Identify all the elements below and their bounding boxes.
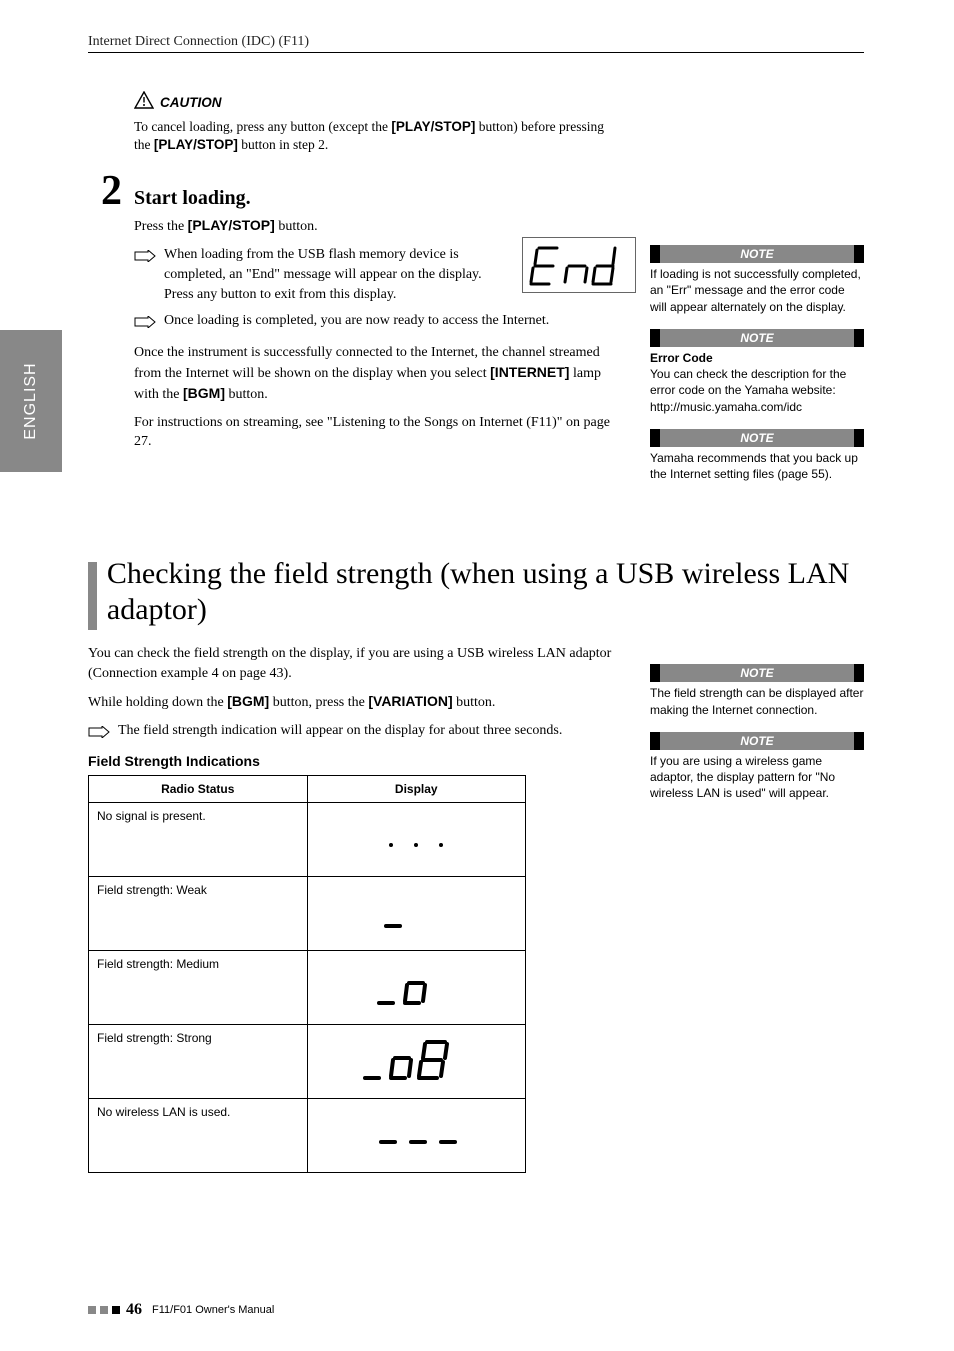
arrow-right-icon bbox=[134, 311, 156, 333]
note-body: The field strength can be displayed afte… bbox=[650, 685, 864, 717]
footer-squares-icon bbox=[88, 1306, 120, 1314]
step-number: 2 bbox=[88, 170, 122, 212]
step-press-line: Press the [PLAY/STOP] button. bbox=[134, 216, 622, 237]
display-cell bbox=[307, 950, 526, 1024]
table-row: No signal is present. bbox=[89, 802, 526, 876]
section-title: Checking the field strength (when using … bbox=[107, 556, 864, 627]
table-row: Field strength: Weak bbox=[89, 876, 526, 950]
caution-text: To cancel loading, press any button (exc… bbox=[134, 118, 622, 154]
section2-p1: You can check the field strength on the … bbox=[88, 644, 622, 684]
step-instructions: For instructions on streaming, see "List… bbox=[134, 413, 622, 453]
display-cell bbox=[307, 1024, 526, 1098]
section-accent-bar bbox=[88, 562, 97, 630]
warning-icon bbox=[134, 91, 154, 114]
language-tab: ENGLISH bbox=[0, 330, 62, 472]
note-body: Yamaha recommends that you back up the I… bbox=[650, 450, 864, 482]
note-body: Error Code You can check the description… bbox=[650, 350, 864, 415]
section2-p2: While holding down the [BGM] button, pre… bbox=[88, 692, 622, 713]
note-header: NOTE bbox=[650, 429, 864, 447]
arrow-right-icon bbox=[134, 245, 156, 305]
table-col-display: Display bbox=[307, 775, 526, 802]
note-header: NOTE bbox=[650, 245, 864, 263]
table-row: No wireless LAN is used. bbox=[89, 1098, 526, 1172]
header-rule bbox=[88, 52, 864, 53]
display-cell bbox=[307, 802, 526, 876]
manual-name: F11/F01 Owner's Manual bbox=[152, 1304, 274, 1316]
table-row: Field strength: Strong bbox=[89, 1024, 526, 1098]
note-body: If loading is not successfully completed… bbox=[650, 266, 864, 315]
note-box-1: NOTE If loading is not successfully comp… bbox=[650, 245, 864, 315]
arrow-right-icon bbox=[88, 721, 110, 743]
step-connected-text: Once the instrument is successfully conn… bbox=[134, 343, 622, 405]
table-col-radio-status: Radio Status bbox=[89, 775, 308, 802]
radio-status-cell: No wireless LAN is used. bbox=[89, 1098, 308, 1172]
note-header: NOTE bbox=[650, 732, 864, 750]
field-strength-table: Radio Status Display No signal is presen… bbox=[88, 775, 526, 1173]
radio-status-cell: No signal is present. bbox=[89, 802, 308, 876]
radio-status-cell: Field strength: Weak bbox=[89, 876, 308, 950]
radio-status-cell: Field strength: Medium bbox=[89, 950, 308, 1024]
caution-label: CAUTION bbox=[160, 95, 222, 110]
note-box-3: NOTE Yamaha recommends that you back up … bbox=[650, 429, 864, 483]
note-box-4: NOTE The field strength can be displayed… bbox=[650, 664, 864, 718]
note-header: NOTE bbox=[650, 664, 864, 682]
section2-arrow-text: The field strength indication will appea… bbox=[118, 721, 622, 743]
step-ready-text: Once loading is completed, you are now r… bbox=[164, 311, 622, 333]
radio-status-cell: Field strength: Strong bbox=[89, 1024, 308, 1098]
note-header: NOTE bbox=[650, 329, 864, 347]
page-footer: 46 F11/F01 Owner's Manual bbox=[0, 1301, 954, 1319]
display-cell bbox=[307, 1098, 526, 1172]
page-number: 46 bbox=[126, 1301, 142, 1319]
display-end bbox=[522, 237, 636, 293]
language-tab-label: ENGLISH bbox=[22, 362, 40, 439]
note-box-5: NOTE If you are using a wireless game ad… bbox=[650, 732, 864, 802]
note-box-2: NOTE Error Code You can check the descri… bbox=[650, 329, 864, 415]
table-heading: Field Strength Indications bbox=[88, 753, 622, 769]
table-row: Field strength: Medium bbox=[89, 950, 526, 1024]
note-body: If you are using a wireless game adaptor… bbox=[650, 753, 864, 802]
step-title: Start loading. bbox=[134, 187, 251, 210]
page-header-title: Internet Direct Connection (IDC) (F11) bbox=[88, 34, 864, 50]
display-cell bbox=[307, 876, 526, 950]
